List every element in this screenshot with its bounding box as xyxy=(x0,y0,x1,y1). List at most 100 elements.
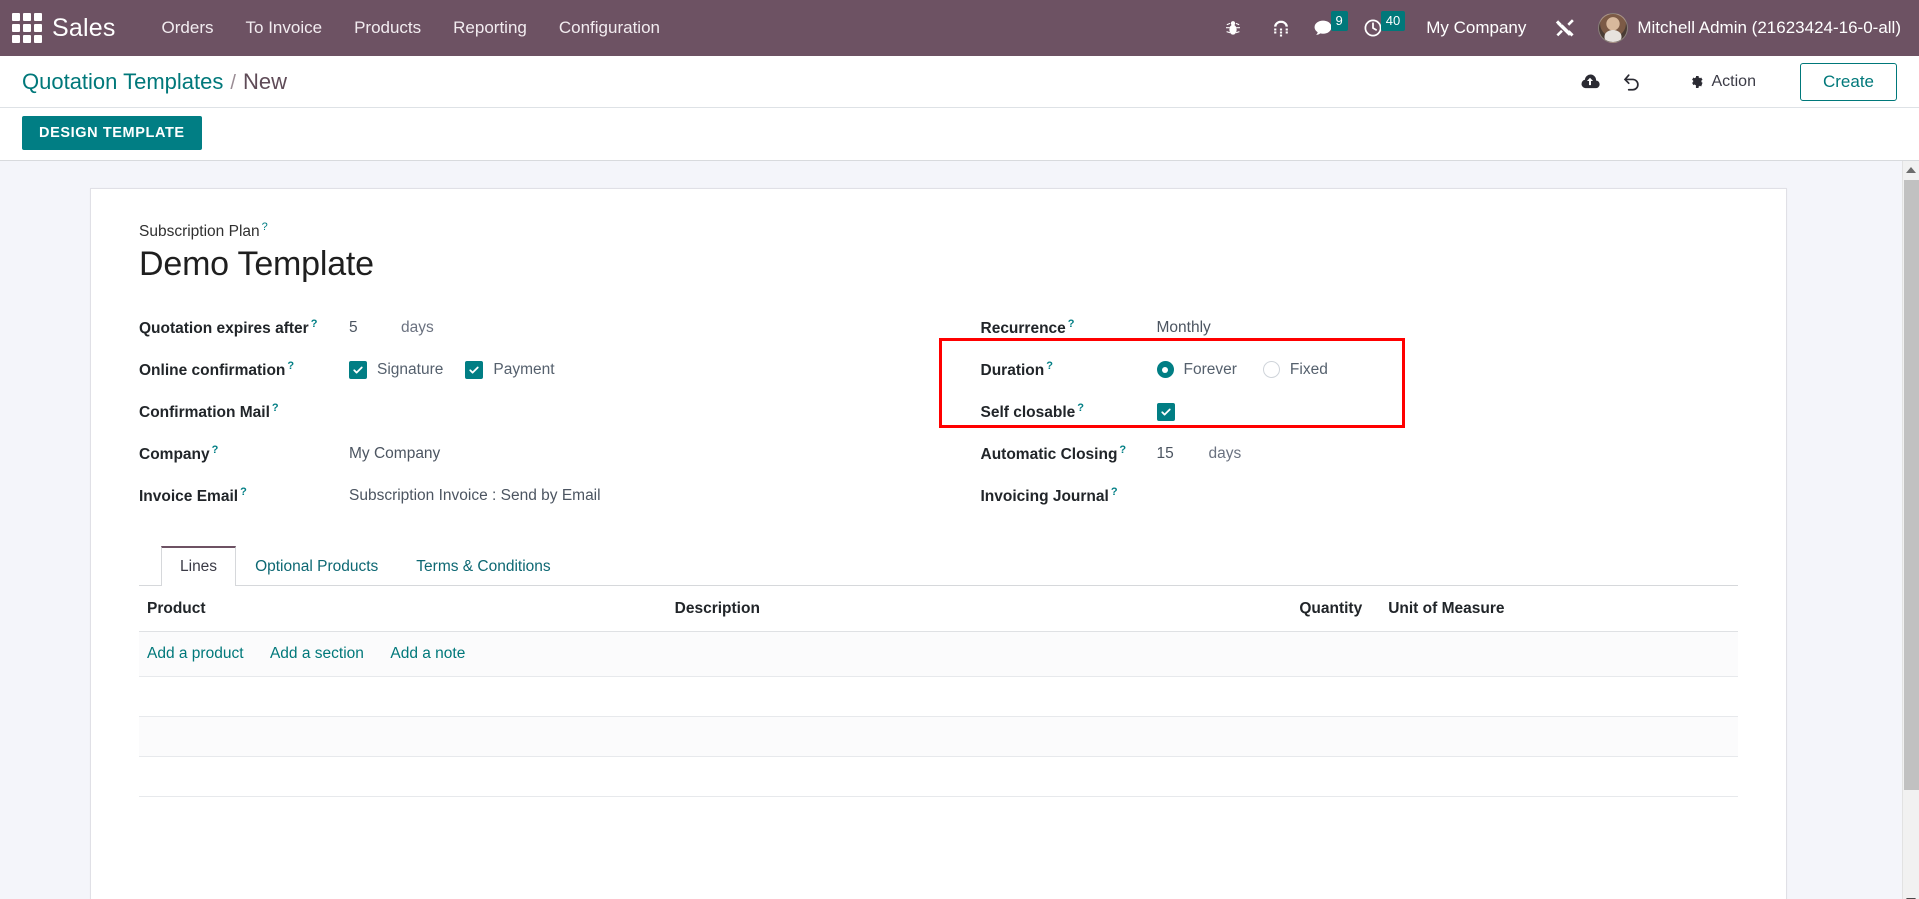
template-name-input[interactable]: Demo Template xyxy=(139,243,1738,286)
value-self-closable xyxy=(1157,403,1175,421)
signature-label[interactable]: Signature xyxy=(377,361,443,379)
form-sheet: Subscription Plan? Demo Template Quotati… xyxy=(90,188,1787,899)
column-unit-of-measure[interactable]: Unit of Measure xyxy=(1370,586,1738,632)
app-brand-sales[interactable]: Sales xyxy=(52,14,116,43)
user-menu[interactable]: Mitchell Admin (21623424-16-0-all) xyxy=(1588,13,1901,43)
form-columns: Quotation expires after? 5 days Online c… xyxy=(139,308,1738,518)
tooltip-icon[interactable]: ? xyxy=(1077,402,1084,414)
payment-checkbox[interactable] xyxy=(465,361,483,379)
menu-configuration[interactable]: Configuration xyxy=(543,12,676,44)
field-recurrence: Recurrence? Monthly xyxy=(981,308,1739,348)
form-right-column: Recurrence? Monthly Duration? Forever Fi… xyxy=(939,308,1739,518)
tab-terms-and-conditions[interactable]: Terms & Conditions xyxy=(397,546,569,586)
value-automatic-closing[interactable]: 15 days xyxy=(1157,445,1242,463)
duration-fixed-radio[interactable] xyxy=(1263,361,1280,378)
duration-forever-radio[interactable] xyxy=(1157,361,1174,378)
field-automatic-closing: Automatic Closing? 15 days xyxy=(981,434,1739,474)
order-lines-table: Product Description Quantity Unit of Mea… xyxy=(139,586,1738,797)
cloud-upload-icon[interactable] xyxy=(1569,63,1611,101)
tooltip-icon[interactable]: ? xyxy=(311,318,318,330)
label-text: Online confirmation xyxy=(139,362,285,379)
tooltip-icon[interactable]: ? xyxy=(212,444,219,456)
scrollbar-thumb[interactable] xyxy=(1904,180,1919,790)
menu-products[interactable]: Products xyxy=(338,12,437,44)
bug-icon[interactable] xyxy=(1216,10,1250,46)
column-product[interactable]: Product xyxy=(139,586,667,632)
menu-reporting[interactable]: Reporting xyxy=(437,12,543,44)
empty-row xyxy=(139,756,1738,796)
tab-optional-products[interactable]: Optional Products xyxy=(236,546,397,586)
field-online-confirmation: Online confirmation? Signature Payment xyxy=(139,350,899,390)
avatar xyxy=(1598,13,1628,43)
value-duration: Forever Fixed xyxy=(1157,361,1328,379)
notebook: Lines Optional Products Terms & Conditio… xyxy=(139,546,1738,797)
company-input[interactable]: My Company xyxy=(349,445,440,463)
subscription-plan-label: Subscription Plan? xyxy=(139,221,1738,241)
action-button[interactable]: Action xyxy=(1675,66,1770,98)
notebook-tabs: Lines Optional Products Terms & Conditio… xyxy=(139,546,1738,586)
label-text: Automatic Closing xyxy=(981,446,1118,463)
add-links-cell: Add a product Add a section Add a note xyxy=(139,631,1738,676)
table-head: Product Description Quantity Unit of Mea… xyxy=(139,586,1738,632)
tooltip-icon[interactable]: ? xyxy=(1068,318,1075,330)
tooltip-icon[interactable]: ? xyxy=(287,360,294,372)
field-self-closable: Self closable? xyxy=(981,392,1739,432)
tooltip-icon[interactable]: ? xyxy=(1111,486,1118,498)
tooltip-icon[interactable]: ? xyxy=(262,221,268,233)
voip-dialpad-icon[interactable] xyxy=(1264,10,1298,46)
scroll-down-arrow[interactable] xyxy=(1903,892,1919,899)
field-confirmation-mail: Confirmation Mail? xyxy=(139,392,899,432)
undo-icon[interactable] xyxy=(1611,63,1653,101)
signature-checkbox[interactable] xyxy=(349,361,367,379)
label-duration: Duration? xyxy=(981,360,1157,380)
messages-badge: 9 xyxy=(1331,11,1348,31)
value-quotation-expires-after[interactable]: 5 days xyxy=(349,319,434,337)
breadcrumb-quotation-templates[interactable]: Quotation Templates xyxy=(22,69,223,95)
label-recurrence: Recurrence? xyxy=(981,318,1157,338)
invoice-email-input[interactable]: Subscription Invoice : Send by Email xyxy=(349,487,601,505)
top-navbar: Sales Orders To Invoice Products Reporti… xyxy=(0,0,1919,56)
add-a-note-link[interactable]: Add a note xyxy=(390,645,465,662)
column-quantity[interactable]: Quantity xyxy=(1178,586,1370,632)
menu-orders[interactable]: Orders xyxy=(146,12,230,44)
recurrence-input[interactable]: Monthly xyxy=(1157,319,1211,337)
apps-grid-icon[interactable] xyxy=(8,11,46,45)
label-invoicing-journal: Invoicing Journal? xyxy=(981,486,1157,506)
add-a-section-link[interactable]: Add a section xyxy=(270,645,364,662)
label-company: Company? xyxy=(139,444,349,464)
tools-icon[interactable] xyxy=(1547,10,1581,46)
automatic-closing-input[interactable]: 15 xyxy=(1157,445,1183,463)
automatic-closing-unit: days xyxy=(1209,445,1242,463)
tooltip-icon[interactable]: ? xyxy=(1046,360,1053,372)
column-description[interactable]: Description xyxy=(667,586,1179,632)
add-a-product-link[interactable]: Add a product xyxy=(147,645,244,662)
value-online-confirmation: Signature Payment xyxy=(349,361,555,379)
tooltip-icon[interactable]: ? xyxy=(240,486,247,498)
design-template-button[interactable]: DESIGN TEMPLATE xyxy=(22,116,202,150)
duration-forever-label[interactable]: Forever xyxy=(1184,361,1237,379)
control-panel-actions: Action Create xyxy=(1569,63,1898,101)
activities-badge: 40 xyxy=(1381,11,1405,31)
activities-clock-icon[interactable]: 40 xyxy=(1362,10,1405,46)
tooltip-icon[interactable]: ? xyxy=(272,402,279,414)
tab-lines[interactable]: Lines xyxy=(161,546,236,586)
company-switcher[interactable]: My Company xyxy=(1412,18,1540,38)
breadcrumb-current: New xyxy=(243,69,287,95)
label-text: Invoicing Journal xyxy=(981,488,1109,505)
stat-button-bar: DESIGN TEMPLATE xyxy=(0,108,1919,161)
tooltip-icon[interactable]: ? xyxy=(1119,444,1126,456)
empty-row xyxy=(139,716,1738,756)
field-company: Company? My Company xyxy=(139,434,899,474)
messages-icon[interactable]: 9 xyxy=(1312,10,1348,46)
duration-fixed-label[interactable]: Fixed xyxy=(1290,361,1328,379)
gear-icon xyxy=(1689,74,1705,90)
payment-label[interactable]: Payment xyxy=(493,361,554,379)
vertical-scrollbar[interactable] xyxy=(1902,161,1919,899)
scroll-up-arrow[interactable] xyxy=(1903,161,1919,178)
self-closable-checkbox[interactable] xyxy=(1157,403,1175,421)
empty-row xyxy=(139,676,1738,716)
expires-after-input[interactable]: 5 xyxy=(349,319,375,337)
table-header-row: Product Description Quantity Unit of Mea… xyxy=(139,586,1738,632)
menu-to-invoice[interactable]: To Invoice xyxy=(230,12,339,44)
create-button[interactable]: Create xyxy=(1800,63,1897,101)
